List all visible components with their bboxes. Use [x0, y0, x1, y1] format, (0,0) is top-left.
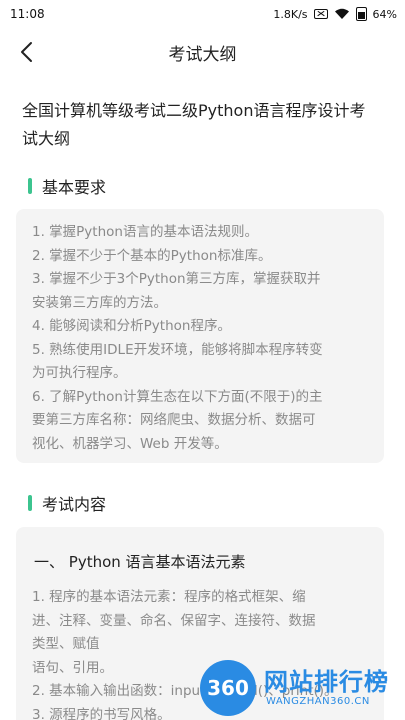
nav-title: 考试大纲 [168, 44, 237, 65]
battery-icon [355, 7, 367, 21]
content-subheading: 一、 Python 语言基本语法元素 [34, 553, 246, 571]
section-heading-basic-requirements: 基本要求 [28, 174, 106, 198]
requirements-card: 1. 掌握Python语言的基本语法规则。 2. 掌握不少于个基本的Python… [16, 209, 384, 463]
section-heading-label: 考试内容 [42, 495, 107, 514]
requirement-line: 1. 掌握Python语言的基本语法规则。 [32, 224, 258, 240]
requirement-line: 4. 能够阅读和分析Python程序。 [32, 318, 231, 334]
requirement-line: 3. 掌握不少于3个Python第三方库，掌握获取并 [32, 271, 321, 287]
section-accent-bar [28, 495, 32, 511]
requirement-line: 5. 熟练使用IDLE开发环境，能够将脚本程序转变 [32, 341, 323, 358]
requirement-line: 6. 了解Python计算生态在以下方面(不限于)的主 [32, 388, 323, 405]
watermark-subtext: WANGZHAN360.CN [266, 696, 370, 707]
chevron-left-icon [21, 42, 32, 62]
nav-bar: 考试大纲 [0, 28, 405, 76]
section-heading-label: 基本要求 [42, 178, 107, 197]
page-title: 全国计算机等级考试二级Python语言程序设计考 试大纲 [22, 97, 392, 153]
wifi-icon [334, 8, 349, 19]
page-title-line: 试大纲 [22, 129, 71, 148]
watermark-text: 网站排行榜 [264, 668, 389, 696]
battery-percent: 64% [372, 7, 397, 21]
network-speed: 1.8K/s [273, 7, 308, 21]
status-icons: 1.8K/s 64% [273, 7, 397, 21]
section-heading-exam-content: 考试内容 [28, 491, 106, 515]
back-button[interactable] [12, 38, 40, 66]
content-line: 类型、赋值 [32, 636, 100, 652]
content-line: 进、注释、变量、命名、保留字、连接符、数据 [32, 612, 316, 629]
no-sim-icon [313, 9, 328, 19]
status-time: 11:08 [10, 7, 45, 21]
requirement-line: 为可执行程序。 [32, 365, 127, 381]
requirement-line: 要第三方库名称：网络爬虫、数据分析、数据可 [32, 412, 316, 428]
content-line: 1. 程序的基本语法元素：程序的格式框架、缩 [32, 589, 306, 605]
requirement-line: 安装第三方库的方法。 [32, 294, 167, 311]
page-title-line: 全国计算机等级考试二级Python语言程序设计考 [22, 101, 366, 120]
section-accent-bar [28, 178, 32, 194]
requirement-line: 视化、机器学习、Web 开发等。 [32, 435, 228, 452]
status-bar: 11:08 1.8K/s 64% [0, 0, 405, 28]
watermark: 360 网站排行榜 WANGZHAN360.CN [200, 656, 405, 720]
requirement-line: 2. 掌握不少于个基本的Python标准库。 [32, 247, 272, 264]
watermark-logo-icon: 360 [200, 660, 256, 716]
